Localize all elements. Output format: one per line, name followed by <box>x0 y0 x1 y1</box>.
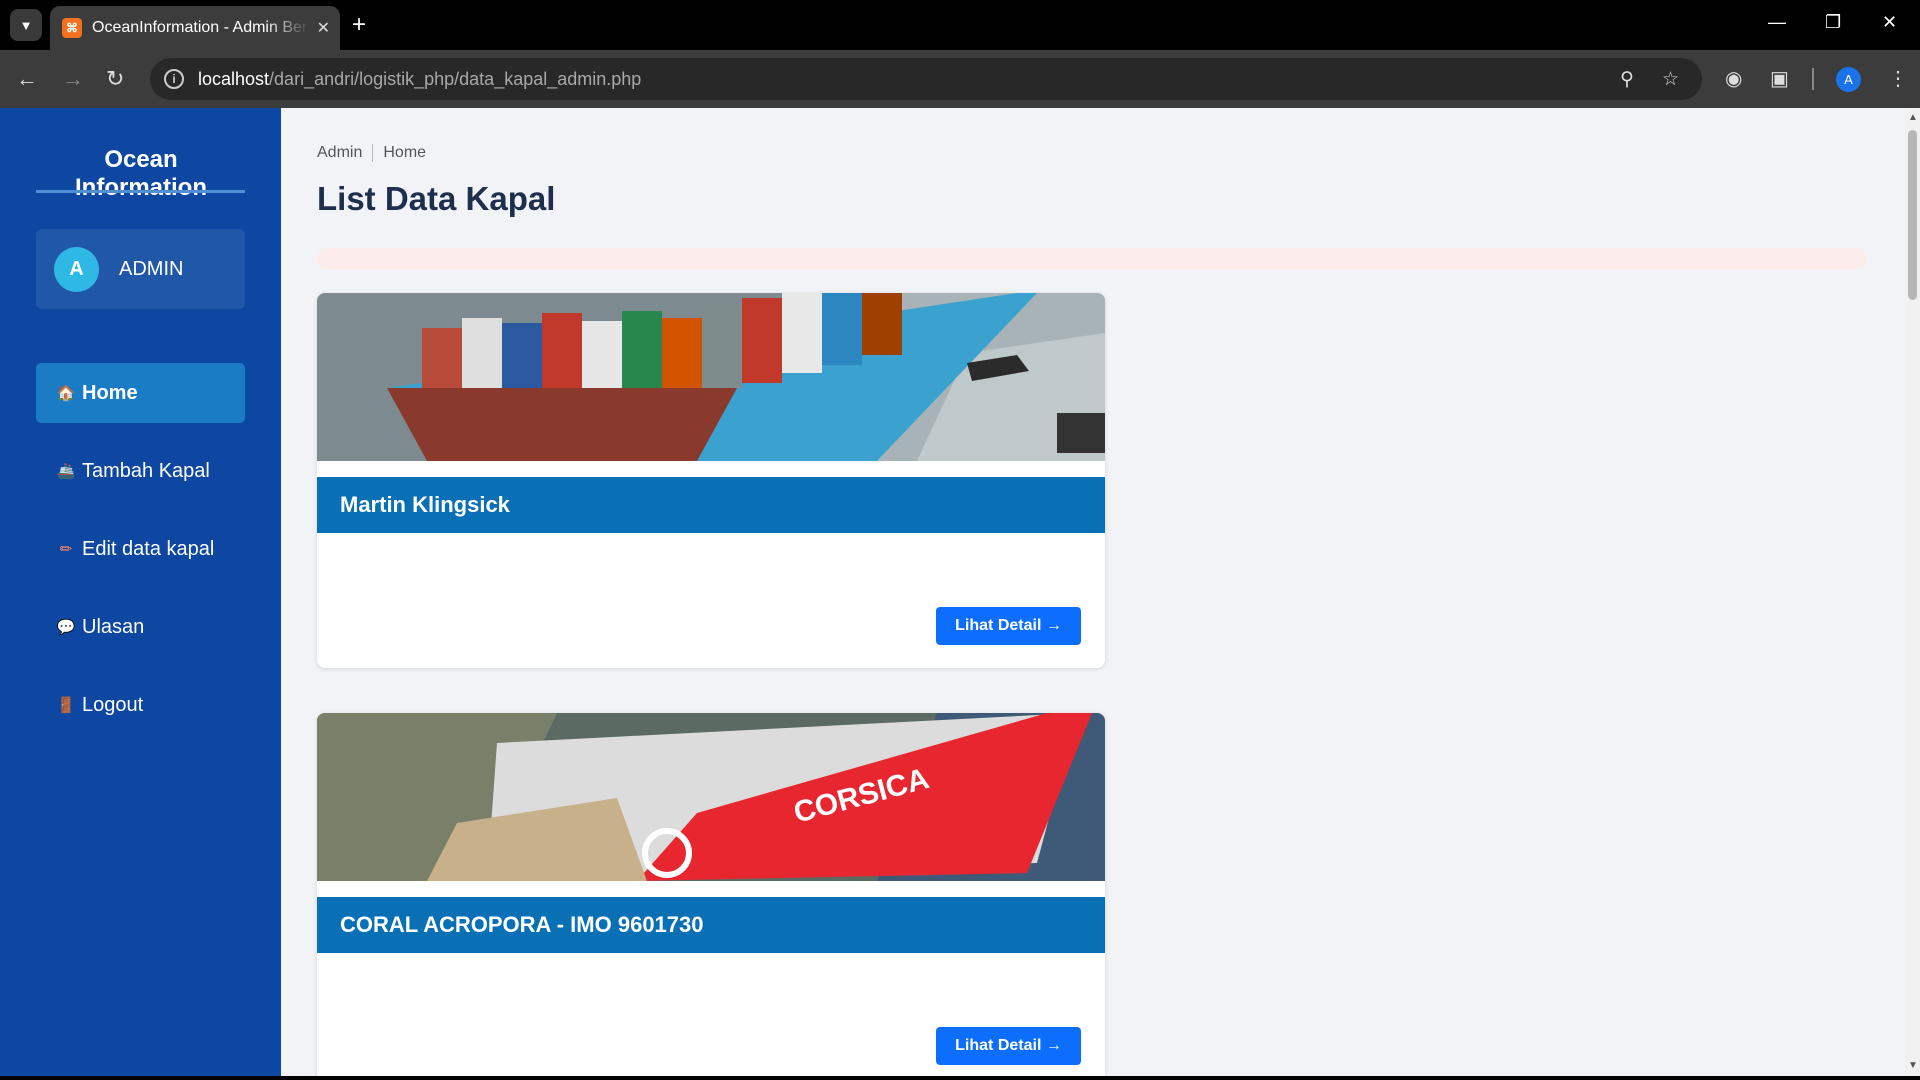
main-content: Admin Home List Data Kapal Martin Klings… <box>281 108 1905 1076</box>
browser-toolbar: ← → ↻ i localhost/dari_andri/logistik_ph… <box>0 50 1920 108</box>
brand-title: Ocean Information <box>75 146 207 201</box>
sidebar-item-logout[interactable]: 🚪 Logout <box>36 675 245 735</box>
breadcrumb-home[interactable]: Home <box>383 144 426 162</box>
ship-card-title: CORAL ACROPORA - IMO 9601730 <box>317 897 1105 953</box>
sidebar-item-ulasan[interactable]: 💬 Ulasan <box>36 597 245 657</box>
profile-avatar[interactable]: A <box>1836 67 1861 92</box>
close-tab-icon[interactable]: ✕ <box>317 18 330 38</box>
ship-image-container-ship <box>317 293 1105 461</box>
sidebar-item-label: Logout <box>82 693 144 716</box>
page-title: List Data Kapal <box>317 180 556 217</box>
sidebar-item-edit-data-kapal[interactable]: ✏ Edit data kapal <box>36 519 245 579</box>
user-avatar: A <box>54 246 99 292</box>
user-card: A ADMIN <box>36 229 245 309</box>
restore-icon[interactable]: ❐ <box>1825 12 1841 33</box>
minimize-icon[interactable]: — <box>1768 12 1786 33</box>
ship-icon: 🚢 <box>56 463 76 480</box>
user-name: ADMIN <box>119 257 184 280</box>
chevron-down-icon: ▼ <box>19 17 33 33</box>
browser-tab-bar: ▼ ⌘ OceanInformation - Admin Beranda ✕ +… <box>0 0 1920 50</box>
ferry-ship-image: CORSICA <box>317 713 1105 881</box>
bookmark-star-icon[interactable]: ☆ <box>1662 68 1679 91</box>
scrollbar-thumb[interactable] <box>1908 130 1917 300</box>
alert-banner <box>317 248 1867 270</box>
scroll-up-icon[interactable]: ▲ <box>1908 112 1918 123</box>
back-icon[interactable]: ← <box>16 65 38 93</box>
pencil-icon: ✏ <box>59 541 73 558</box>
breadcrumb-admin[interactable]: Admin <box>317 144 362 162</box>
url-text[interactable]: localhost/dari_andri/logistik_php/data_k… <box>198 69 641 90</box>
forward-icon[interactable]: → <box>62 65 84 93</box>
door-icon: 🚪 <box>56 697 76 714</box>
breadcrumb-separator <box>372 144 374 162</box>
browser-tab[interactable]: ⌘ OceanInformation - Admin Beranda ✕ <box>50 6 340 50</box>
toolbar-divider <box>1812 68 1814 90</box>
sidebar-item-home[interactable]: 🏠 Home <box>36 363 245 423</box>
extensions-puzzle-icon[interactable]: ▣ <box>1770 66 1789 91</box>
close-window-icon[interactable]: ✕ <box>1882 12 1897 33</box>
ship-card-title: Martin Klingsick <box>317 477 1105 533</box>
sidebar-item-label: Tambah Kapal <box>82 459 210 482</box>
reload-icon[interactable]: ↻ <box>106 65 124 93</box>
site-info-icon[interactable]: i <box>164 69 184 89</box>
home-icon: 🏠 <box>56 385 76 402</box>
lihat-detail-button[interactable]: Lihat Detail → <box>936 1027 1081 1065</box>
sidebar-item-label: Ulasan <box>82 615 145 638</box>
sidebar-item-tambah-kapal[interactable]: 🚢 Tambah Kapal <box>36 441 245 501</box>
kebab-menu-icon[interactable]: ⋮ <box>1888 66 1908 91</box>
ship-card: Martin Klingsick Lihat Detail → <box>317 293 1105 668</box>
new-tab-icon[interactable]: + <box>352 12 366 38</box>
lihat-detail-button[interactable]: Lihat Detail → <box>936 607 1081 645</box>
ship-card: CORSICA CORAL ACROPORA - IMO 9601730 Lih… <box>317 713 1105 1076</box>
favicon-icon: ⌘ <box>62 18 82 38</box>
extension-logo-icon[interactable]: ◉ <box>1725 66 1742 91</box>
scroll-down-icon[interactable]: ▼ <box>1908 1060 1918 1071</box>
tab-search-button[interactable]: ▼ <box>10 9 42 41</box>
breadcrumb: Admin Home <box>317 144 426 162</box>
ship-image-ferry: CORSICA <box>317 713 1105 881</box>
sidebar: Ocean Information A ADMIN 🏠 Home 🚢 Tamba… <box>0 108 281 1076</box>
speech-bubble-icon: 💬 <box>56 619 76 636</box>
tab-title: OceanInformation - Admin Beranda <box>92 19 309 36</box>
sidebar-item-label: Edit data kapal <box>82 537 215 560</box>
page-scrollbar[interactable]: ▲ ▼ <box>1905 108 1920 1076</box>
page-viewport: Ocean Information A ADMIN 🏠 Home 🚢 Tamba… <box>0 108 1920 1076</box>
sidebar-item-label: Home <box>82 381 138 404</box>
brand-divider <box>36 190 245 193</box>
container-ship-image <box>317 293 1105 461</box>
address-bar[interactable]: i localhost/dari_andri/logistik_php/data… <box>150 58 1702 100</box>
zoom-icon[interactable]: ⚲ <box>1620 68 1634 91</box>
